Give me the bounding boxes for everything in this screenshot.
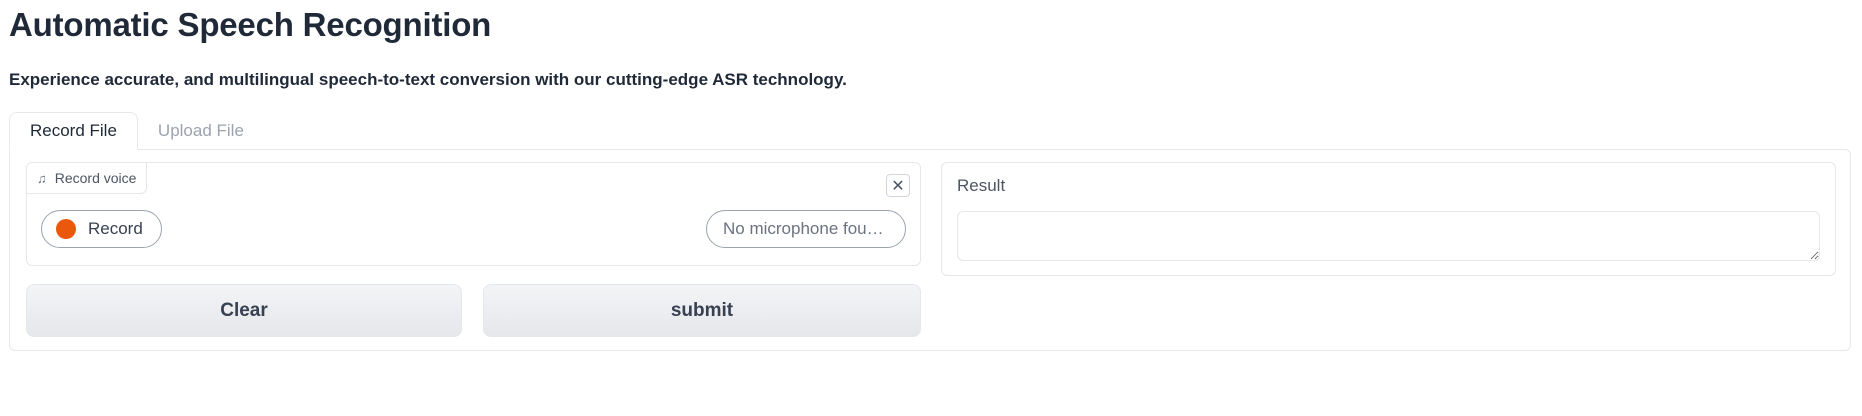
page-title: Automatic Speech Recognition bbox=[9, 6, 492, 43]
tab-record-file[interactable]: Record File bbox=[9, 112, 138, 150]
tab-panel-record-file: ♫ Record voice ✕ Record No microphone fo… bbox=[9, 149, 1851, 351]
tab-upload-file[interactable]: Upload File bbox=[138, 112, 264, 150]
result-panel: Result bbox=[941, 162, 1836, 276]
audio-recorder: ♫ Record voice ✕ Record No microphone fo… bbox=[26, 162, 921, 266]
audio-recorder-label: ♫ Record voice bbox=[27, 163, 148, 194]
close-icon[interactable]: ✕ bbox=[886, 174, 910, 197]
record-button[interactable]: Record bbox=[41, 210, 162, 248]
result-textarea[interactable] bbox=[957, 211, 1820, 261]
page-description: Experience accurate, and multilingual sp… bbox=[9, 70, 847, 89]
tab-bar: Record File Upload File bbox=[9, 112, 264, 150]
audio-recorder-label-text: Record voice bbox=[54, 170, 137, 186]
record-dot-icon bbox=[56, 219, 76, 239]
result-label: Result bbox=[957, 176, 1006, 195]
clear-button[interactable]: Clear bbox=[26, 284, 462, 337]
submit-button[interactable]: submit bbox=[483, 284, 921, 337]
music-note-icon: ♫ bbox=[37, 170, 47, 186]
record-button-label: Record bbox=[88, 219, 143, 238]
microphone-select[interactable]: No microphone fou… bbox=[706, 210, 906, 248]
